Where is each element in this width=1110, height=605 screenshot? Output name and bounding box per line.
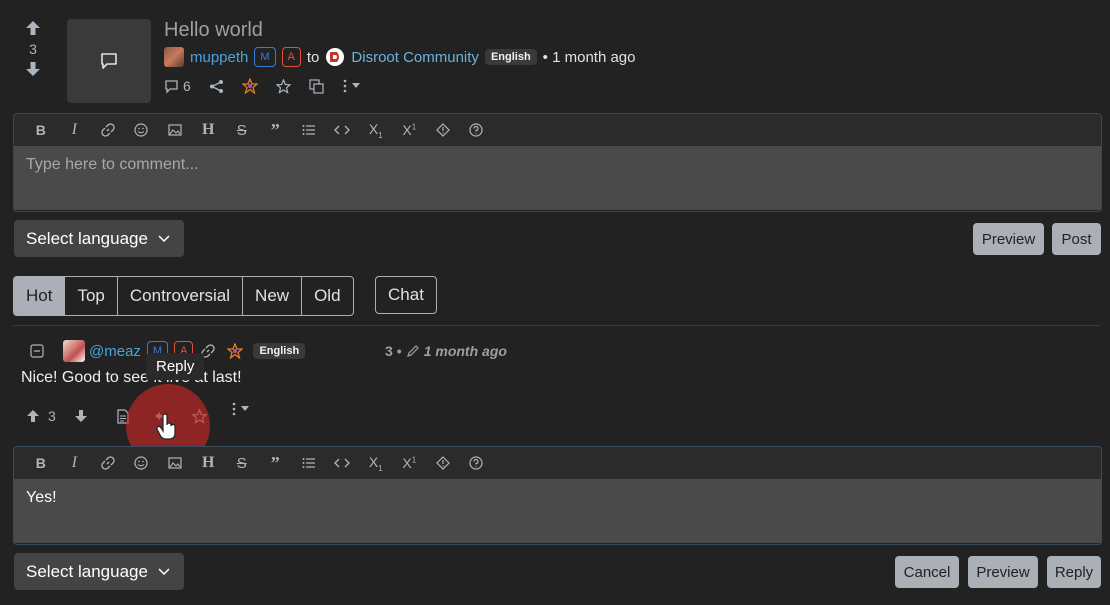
reply-select-language-dropdown[interactable]: Select language [14,553,184,590]
author-link[interactable]: muppeth [190,49,248,66]
quote-icon[interactable]: ” [259,447,293,479]
to-label: to [306,48,320,66]
community-icon [325,47,345,67]
chevron-down-icon [158,234,170,243]
comment-caret-down-icon [240,406,249,412]
strikethrough-icon[interactable]: S [225,114,259,146]
mod-badge: M [254,47,276,67]
fediverse-icon[interactable] [241,78,258,94]
comment-upvote-icon[interactable] [26,409,40,423]
comment-count: 6 [183,78,191,94]
comment-dot: • [396,343,402,359]
comment-text: Nice! Good to see it live at last! [21,369,242,386]
reply-preview-button[interactable]: Preview [968,556,1038,588]
strikethrough-icon[interactable]: S [225,447,259,479]
code-icon[interactable] [326,447,360,479]
downvote-arrow-icon[interactable] [24,60,42,78]
image-icon[interactable] [158,114,192,146]
post-button[interactable]: Post [1052,223,1101,255]
help-icon[interactable] [460,114,494,146]
comment-more-vertical-icon [231,402,237,416]
hand-cursor-icon [156,413,178,441]
upvote-arrow-icon[interactable] [24,19,42,37]
reply-select-language-label: Select language [26,561,148,581]
cross-post-icon[interactable] [309,78,324,94]
comment-more-menu[interactable] [231,402,249,416]
image-icon[interactable] [158,447,192,479]
comments-link[interactable]: 6 [164,78,191,94]
quote-icon[interactable]: ” [259,114,293,146]
cancel-button[interactable]: Cancel [895,556,959,588]
commenter-link[interactable]: @meaz [89,343,141,360]
header-icon[interactable]: H [192,114,226,146]
comment-score: 3 [385,343,393,359]
admin-badge: A [281,47,301,67]
preview-button[interactable]: Preview [973,223,1044,255]
superscript-icon[interactable]: X1 [393,114,427,146]
comment-upvote-count: 3 [48,408,56,424]
emoji-icon[interactable] [125,447,159,479]
post-score: 3 [29,41,37,57]
post-actions: 6 [164,76,360,96]
spoiler-icon[interactable] [426,114,460,146]
link-icon[interactable] [91,447,125,479]
message-square-icon [99,51,119,71]
select-language-label: Select language [26,228,148,248]
code-icon[interactable] [326,114,360,146]
comment-language-badge: English [253,343,306,359]
more-menu[interactable] [342,79,360,93]
comment-stats: 3 • 1 month ago [385,340,507,362]
list-icon[interactable] [292,447,326,479]
select-language-dropdown[interactable]: Select language [14,220,184,257]
reply-tooltip: Reply [146,353,205,380]
tab-hot[interactable]: Hot [14,277,66,315]
list-icon[interactable] [292,114,326,146]
link-icon[interactable] [91,114,125,146]
chat-button[interactable]: Chat [375,276,437,314]
language-badge: English [484,49,537,65]
tab-controversial[interactable]: Controversial [118,277,244,315]
reply-textarea[interactable]: Yes! [14,479,1101,543]
comment-fediverse-icon[interactable] [227,343,244,359]
pencil-icon [406,344,420,358]
star-icon[interactable] [275,78,291,94]
chevron-down-icon [158,567,170,576]
post-time: • 1 month ago [542,48,636,66]
spoiler-icon[interactable] [426,447,460,479]
post-thumbnail[interactable] [67,19,151,103]
reply-editor-toolbar: B I H S ” X1 X1 [14,447,1101,479]
tab-old[interactable]: Old [302,277,352,315]
collapse-icon[interactable] [30,344,44,358]
tab-new[interactable]: New [243,277,303,315]
comment-downvote-icon[interactable] [74,409,88,423]
community-link[interactable]: Disroot Community [351,49,479,66]
share-icon[interactable] [209,79,224,94]
reply-editor: B I H S ” X1 X1 Yes! [13,446,1102,545]
bold-icon[interactable]: B [24,114,58,146]
comment-icon [164,79,179,94]
comment-textarea[interactable]: Type here to comment... [14,146,1101,210]
superscript-icon[interactable]: X1 [393,447,427,479]
bold-icon[interactable]: B [24,447,58,479]
subscript-icon[interactable]: X1 [359,447,393,479]
divider [13,325,1100,326]
reply-button[interactable]: Reply [1047,556,1101,588]
author-avatar[interactable] [164,47,184,67]
tab-top[interactable]: Top [65,277,118,315]
editor-toolbar: B I H S ” X1 X1 [14,114,1101,146]
emoji-icon[interactable] [125,114,159,146]
header-icon[interactable]: H [192,447,226,479]
caret-down-icon [351,83,360,89]
more-vertical-icon [342,79,348,93]
subscript-icon[interactable]: X1 [359,114,393,146]
post-meta: muppeth M A to Disroot Community English… [164,46,635,68]
italic-icon[interactable]: I [58,114,92,146]
comment-editor: B I H S ” X1 X1 Type here to comment... [13,113,1102,212]
post-title[interactable]: Hello world [164,19,263,42]
help-icon[interactable] [460,447,494,479]
comment-time: 1 month ago [423,343,507,359]
italic-icon[interactable]: I [58,447,92,479]
commenter-avatar[interactable] [63,340,85,362]
sort-tabs: Hot Top Controversial New Old [13,276,354,316]
